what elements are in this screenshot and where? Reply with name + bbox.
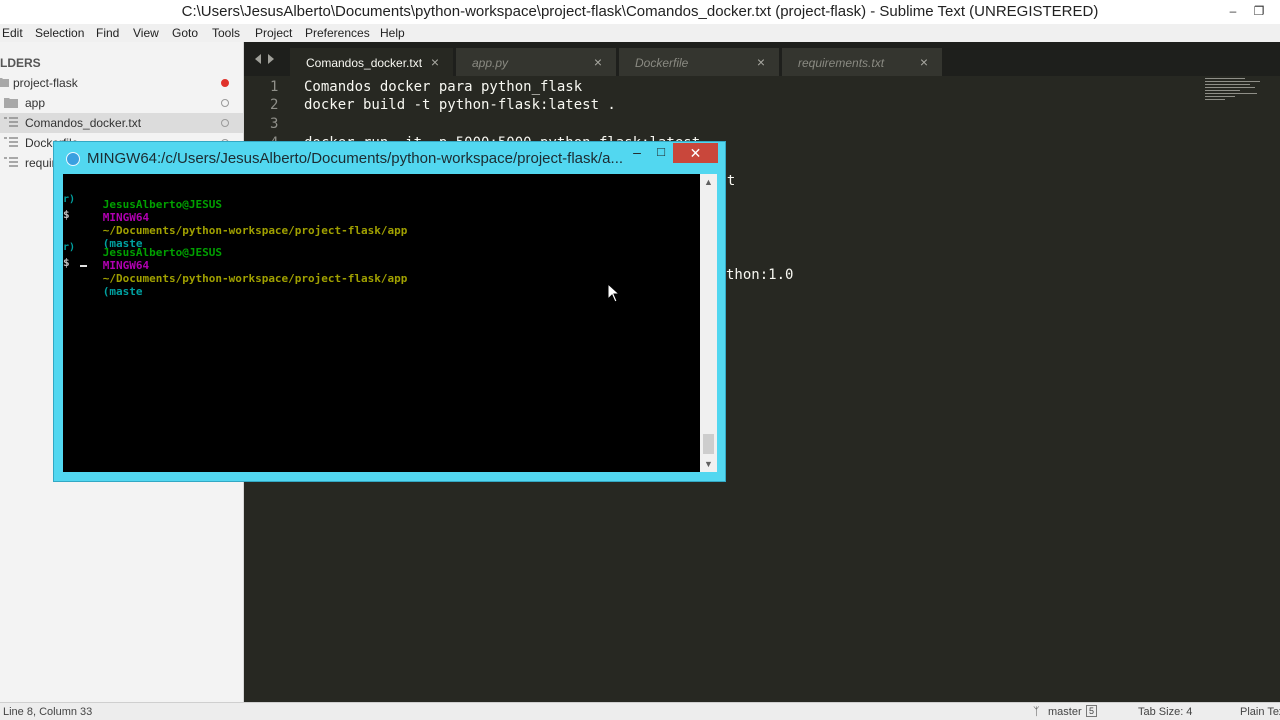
minimap[interactable] — [1205, 78, 1260, 108]
tab-label: Dockerfile — [635, 56, 689, 70]
sidebar-item-label: project-flask — [13, 76, 78, 90]
sidebar-item-app[interactable]: app — [0, 93, 243, 113]
folder-icon — [4, 98, 18, 108]
git-branch-icon: ᛉ — [1033, 706, 1040, 718]
tab-comandos-docker[interactable]: Comandos_docker.txt × — [290, 48, 453, 76]
close-icon[interactable]: × — [757, 54, 765, 70]
tab-label: requirements.txt — [798, 56, 885, 70]
tab-prev-arrow-icon[interactable] — [255, 54, 261, 64]
tab-dockerfile[interactable]: Dockerfile × — [619, 48, 779, 76]
terminal-scrollbar[interactable]: ▲ ▼ — [700, 174, 717, 472]
prompt-user: JesusAlberto@JESUS — [102, 198, 222, 211]
menu-project[interactable]: Project — [255, 26, 292, 40]
syntax-mode[interactable]: Plain Text — [1240, 706, 1280, 718]
mingw-app-icon — [66, 152, 80, 166]
tab-app-py[interactable]: app.py × — [456, 48, 616, 76]
text-file-icon — [4, 117, 18, 127]
line-number: 3 — [270, 116, 279, 132]
close-icon[interactable]: × — [594, 54, 602, 70]
text-file-icon — [4, 157, 18, 167]
menu-selection[interactable]: Selection — [35, 26, 84, 40]
window-title: C:\Users\JesusAlberto\Documents\python-w… — [181, 3, 1099, 20]
tab-bar: Comandos_docker.txt × app.py × Dockerfil… — [244, 42, 1280, 76]
close-icon[interactable]: × — [920, 54, 928, 70]
prompt-symbol: $ — [63, 256, 70, 269]
terminal-minimize-button[interactable]: – — [626, 144, 648, 164]
tab-requirements[interactable]: requirements.txt × — [782, 48, 942, 76]
prompt-branch-wrap: r) — [63, 194, 76, 205]
terminal-close-button[interactable]: ✕ — [673, 143, 718, 163]
line-number: 2 — [270, 97, 279, 113]
status-bar: Line 8, Column 33 ᛉ master 5 Tab Size: 4… — [0, 702, 1280, 720]
folders-header: LDERS — [0, 56, 41, 70]
code-line: thon:1.0 — [726, 267, 794, 283]
folder-open-icon — [0, 78, 9, 87]
prompt-path: ~/Documents/python-workspace/project-fla… — [102, 272, 408, 285]
cursor-position: Line 8, Column 33 — [3, 706, 93, 718]
menu-edit[interactable]: Edit — [2, 26, 23, 40]
file-status-dot — [221, 119, 229, 127]
prompt-symbol: $ — [63, 208, 70, 221]
unsaved-indicator — [221, 79, 229, 87]
prompt-branch-wrap: r) — [63, 242, 76, 253]
text-file-icon — [4, 137, 18, 147]
scroll-down-icon[interactable]: ▼ — [700, 456, 717, 472]
code-line: Comandos docker para python_flask — [304, 79, 583, 95]
sidebar-item-label: Comandos_docker.txt — [25, 116, 142, 130]
scroll-up-icon[interactable]: ▲ — [700, 174, 717, 190]
file-status-dot — [221, 99, 229, 107]
menu-goto[interactable]: Goto — [172, 26, 198, 40]
title-bar: C:\Users\JesusAlberto\Documents\python-w… — [0, 0, 1280, 24]
menu-bar: Edit Selection Find View Goto Tools Proj… — [0, 24, 1280, 42]
terminal-cursor — [80, 265, 87, 267]
tab-size[interactable]: Tab Size: 4 — [1138, 706, 1192, 718]
menu-find[interactable]: Find — [96, 26, 119, 40]
close-icon[interactable]: × — [431, 54, 439, 70]
terminal-maximize-button[interactable]: □ — [650, 144, 672, 164]
git-branch[interactable]: master — [1048, 706, 1082, 718]
menu-preferences[interactable]: Preferences — [305, 26, 370, 40]
menu-view[interactable]: View — [133, 26, 159, 40]
prompt-env: MINGW64 — [102, 259, 150, 272]
menu-tools[interactable]: Tools — [212, 26, 240, 40]
prompt-branch: (maste — [102, 285, 143, 298]
line-number: 1 — [270, 79, 279, 95]
menu-help[interactable]: Help — [380, 26, 405, 40]
scroll-thumb[interactable] — [703, 434, 714, 454]
prompt-env: MINGW64 — [102, 211, 150, 224]
minimize-button[interactable]: – — [1222, 2, 1244, 20]
tab-label: app.py — [472, 56, 509, 70]
git-branch-count: 5 — [1086, 705, 1098, 717]
mouse-pointer-icon — [607, 283, 621, 303]
sidebar-item-comandos-docker[interactable]: Comandos_docker.txt — [0, 113, 243, 133]
terminal-window[interactable]: MINGW64:/c/Users/JesusAlberto/Documents/… — [53, 141, 726, 482]
terminal-title: MINGW64:/c/Users/JesusAlberto/Documents/… — [87, 150, 624, 167]
maximize-button[interactable]: ❐ — [1248, 2, 1270, 20]
tab-label: Comandos_docker.txt — [306, 56, 423, 70]
sidebar-item-project-flask[interactable]: project-flask — [0, 73, 243, 93]
code-line: docker build -t python-flask:latest . — [304, 97, 616, 113]
terminal-prompt-line: JesusAlberto@JESUS MINGW64 ~/Documents/p… — [63, 233, 408, 311]
tab-next-arrow-icon[interactable] — [268, 54, 274, 64]
prompt-user: JesusAlberto@JESUS — [102, 246, 222, 259]
sidebar-item-label: app — [25, 96, 46, 110]
terminal-output[interactable]: JesusAlberto@JESUS MINGW64 ~/Documents/p… — [63, 174, 700, 472]
